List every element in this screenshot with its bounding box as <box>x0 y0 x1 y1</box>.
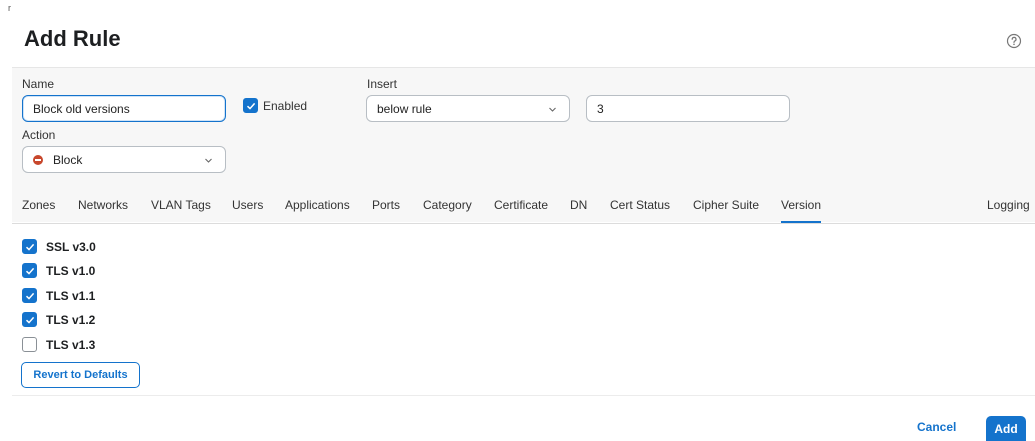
version-checkbox[interactable] <box>22 312 37 327</box>
chevron-down-icon <box>549 107 556 112</box>
version-checkbox[interactable] <box>22 263 37 278</box>
version-panel <box>12 223 1035 396</box>
version-checkbox[interactable] <box>22 337 37 352</box>
tab-cert-status[interactable]: Cert Status <box>610 198 670 212</box>
checkmark-icon <box>25 267 35 275</box>
tab-applications[interactable]: Applications <box>285 198 350 212</box>
tab-category[interactable]: Category <box>423 198 472 212</box>
version-label: TLS v1.0 <box>46 263 96 278</box>
tab-users[interactable]: Users <box>232 198 263 212</box>
checkmark-icon <box>25 292 35 300</box>
chevron-down-icon <box>205 158 212 163</box>
version-item-ssl-v3-0[interactable]: SSL v3.0 <box>22 239 96 254</box>
enabled-check-box[interactable] <box>243 98 258 113</box>
version-checkbox[interactable] <box>22 239 37 254</box>
name-label: Name <box>22 77 55 91</box>
checkmark-icon <box>246 102 256 110</box>
version-item-tls-v1-0[interactable]: TLS v1.0 <box>22 263 95 278</box>
tab-logging[interactable]: Logging <box>987 198 1030 212</box>
checkmark-icon <box>25 243 35 251</box>
version-label: SSL v3.0 <box>46 239 96 254</box>
tab-vlan-tags[interactable]: VLAN Tags <box>151 198 211 212</box>
insert-label: Insert <box>367 77 398 91</box>
add-button[interactable]: Add <box>986 416 1026 441</box>
tab-ports[interactable]: Ports <box>372 198 400 212</box>
version-item-tls-v1-3[interactable]: TLS v1.3 <box>22 337 95 352</box>
checkmark-icon <box>25 316 35 324</box>
insert-position-select[interactable]: below rule <box>366 95 570 122</box>
version-label: TLS v1.2 <box>46 312 96 327</box>
page-title: Add Rule <box>24 26 121 51</box>
block-icon <box>33 154 43 165</box>
add-rule-dialog: r Add Rule Name Enabled Insert below rul… <box>0 0 1035 441</box>
name-input[interactable] <box>22 95 226 122</box>
enabled-checkbox[interactable]: Enabled <box>243 98 307 113</box>
tab-cipher-suite[interactable]: Cipher Suite <box>693 198 759 212</box>
tab-zones[interactable]: Zones <box>22 198 55 212</box>
tab-version[interactable]: Version <box>781 198 822 223</box>
corner-mark: r <box>8 3 11 13</box>
insert-rule-number-input[interactable] <box>586 95 790 122</box>
revert-to-defaults-button[interactable]: Revert to Defaults <box>21 362 140 388</box>
version-label: TLS v1.3 <box>46 337 96 352</box>
tab-certificate[interactable]: Certificate <box>494 198 548 212</box>
enabled-label: Enabled <box>263 98 308 113</box>
tab-networks[interactable]: Networks <box>78 198 128 212</box>
version-item-tls-v1-1[interactable]: TLS v1.1 <box>22 288 95 303</box>
version-checkbox[interactable] <box>22 288 37 303</box>
insert-position-value: below rule <box>377 101 432 116</box>
action-label: Action <box>22 128 56 142</box>
action-value: Block <box>53 152 83 167</box>
version-item-tls-v1-2[interactable]: TLS v1.2 <box>22 312 95 327</box>
help-icon[interactable] <box>1006 33 1022 49</box>
cancel-button[interactable]: Cancel <box>917 420 956 434</box>
action-select[interactable]: Block <box>22 146 226 173</box>
version-label: TLS v1.1 <box>46 288 96 303</box>
tab-dn[interactable]: DN <box>570 198 587 212</box>
